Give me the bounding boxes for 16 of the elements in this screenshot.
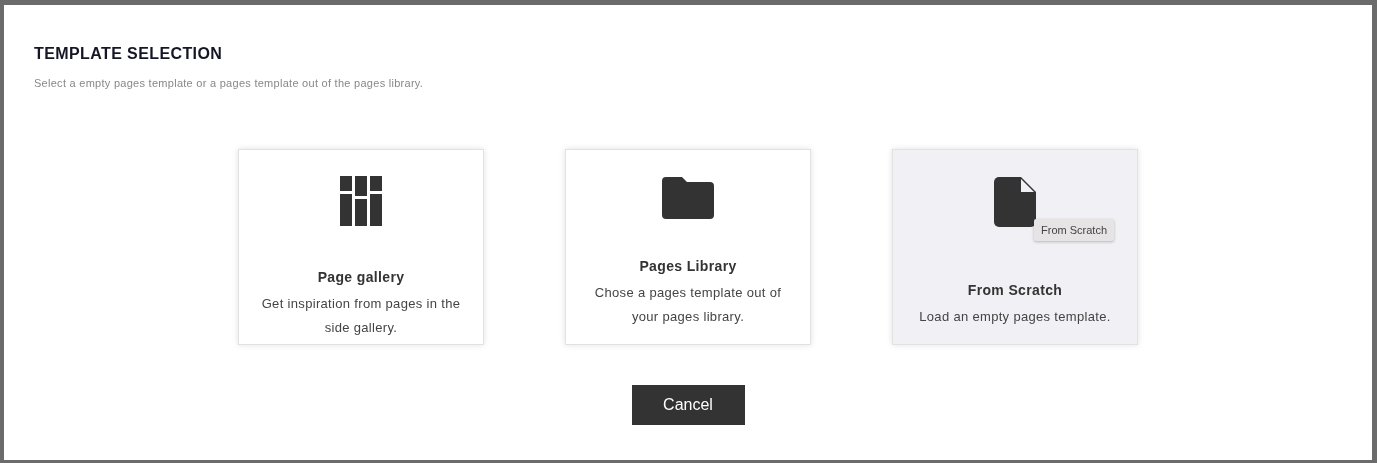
template-card[interactable]: Page gallery Get inspiration from pages in the side gallery. [238,148,484,345]
folder-icon [662,176,714,219]
card-title: Page gallery [317,267,405,287]
card-description: Get inspiration from pages in the side gallery. [260,294,462,337]
template-card[interactable]: From Scratch From Scratch Load an empty pages template. [892,148,1138,345]
file-icon [994,176,1036,227]
card-title: Pages Library [639,256,737,276]
card-title: From Scratch [967,280,1063,300]
card-description: Load an empty pages template. [918,307,1112,326]
card-description: Chose a pages template out of your pages library. [593,283,783,326]
dialog-title: TEMPLATE SELECTION [34,44,223,64]
grid-icon [340,175,382,226]
cancel-button[interactable]: Cancel [631,384,745,425]
dialog-subtitle: Select a empty pages template or a pages template out of the pages library. [34,76,424,91]
tooltip: From Scratch [1034,218,1114,241]
template-card[interactable]: Pages Library Chose a pages template out of your pages library. [565,148,811,345]
